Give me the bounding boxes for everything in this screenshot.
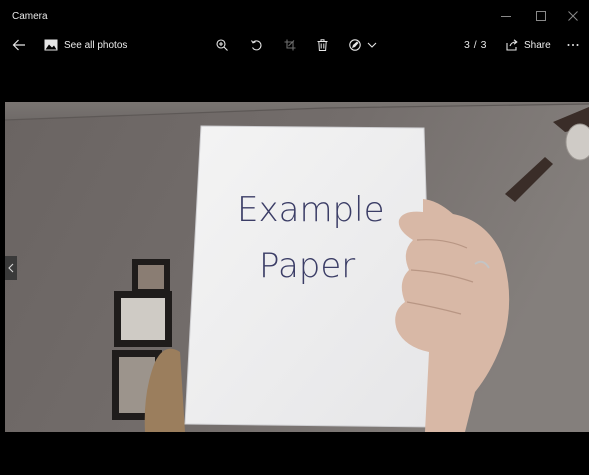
crop-button[interactable] (281, 32, 299, 58)
close-icon (568, 11, 578, 21)
minimize-button[interactable] (491, 4, 521, 28)
see-all-photos-label: See all photos (64, 39, 128, 51)
counter-text: 3 / 3 (464, 39, 487, 51)
edit-create-button[interactable] (345, 32, 381, 58)
back-button[interactable] (8, 32, 30, 58)
more-icon (567, 44, 579, 46)
delete-button[interactable] (313, 32, 331, 58)
more-button[interactable] (564, 32, 582, 58)
rotate-button[interactable] (247, 32, 265, 58)
photo-image: Example Paper (5, 102, 589, 432)
see-all-photos-button[interactable]: See all photos (44, 32, 127, 58)
paper-text-line2: Paper (259, 246, 355, 286)
photo-viewer[interactable]: Example Paper (5, 102, 589, 432)
chevron-left-icon (8, 263, 14, 273)
maximize-button[interactable] (526, 4, 556, 28)
close-button[interactable] (558, 4, 588, 28)
zoom-in-icon (216, 39, 228, 51)
trash-icon (317, 39, 327, 51)
toolbar: See all photos 3 / 3 Share (0, 32, 589, 62)
zoom-button[interactable] (213, 32, 231, 58)
rotate-icon (251, 40, 262, 51)
photo-counter: 3 / 3 (464, 32, 487, 58)
share-label: Share (524, 39, 551, 51)
back-arrow-icon (12, 39, 25, 51)
previous-photo-button[interactable] (5, 256, 17, 280)
crop-icon (284, 39, 296, 51)
paper-text-line1: Example (237, 190, 385, 230)
app-title: Camera (12, 11, 48, 22)
chevron-down-icon (367, 42, 377, 48)
image-icon (44, 39, 58, 51)
share-button[interactable]: Share (506, 32, 551, 58)
edit-create-icon (349, 39, 361, 51)
minimize-icon (501, 16, 511, 17)
maximize-icon (536, 11, 546, 21)
title-bar: Camera (0, 0, 589, 32)
share-icon (506, 39, 518, 51)
